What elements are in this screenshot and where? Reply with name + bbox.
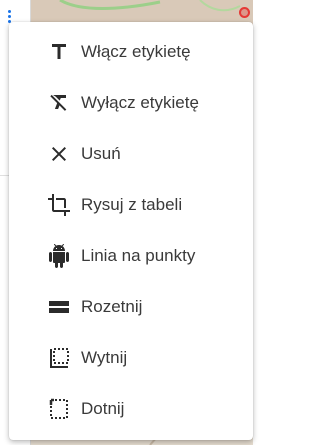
menu-item-enable-label[interactable]: Włącz etykietę (9, 26, 253, 77)
close-icon (47, 142, 71, 166)
menu-item-label: Włącz etykietę (81, 41, 191, 61)
menu-item-delete[interactable]: Usuń (9, 128, 253, 179)
menu-item-label: Rozetnij (81, 296, 143, 316)
text-icon (47, 40, 71, 64)
menu-item-label: Wytnij (81, 347, 128, 367)
menu-item-line-to-points[interactable]: Linia na punkty (9, 230, 253, 281)
crop-icon (47, 193, 71, 217)
menu-item-draw-from-table[interactable]: Rysuj z tabeli (9, 179, 253, 230)
android-icon (47, 243, 71, 268)
menu-item-trim[interactable]: Dotnij (9, 383, 253, 434)
menu-item-disable-label[interactable]: Wyłącz etykietę (9, 77, 253, 128)
menu-item-label: Usuń (81, 143, 121, 163)
map-marker[interactable] (239, 7, 250, 18)
cut-area-icon (47, 346, 71, 370)
menu-item-label: Linia na punkty (81, 245, 196, 265)
text-off-icon (47, 91, 71, 115)
menu-item-label: Dotnij (81, 398, 125, 418)
menu-item-split[interactable]: Rozetnij (9, 281, 253, 332)
context-menu: Włącz etykietę Wyłącz etykietę Usuń Rysu… (9, 22, 253, 440)
menu-item-cut[interactable]: Wytnij (9, 332, 253, 383)
split-icon (47, 295, 71, 319)
menu-item-label: Rysuj z tabeli (81, 194, 183, 214)
trim-area-icon (47, 397, 71, 421)
menu-item-label: Wyłącz etykietę (81, 92, 199, 112)
